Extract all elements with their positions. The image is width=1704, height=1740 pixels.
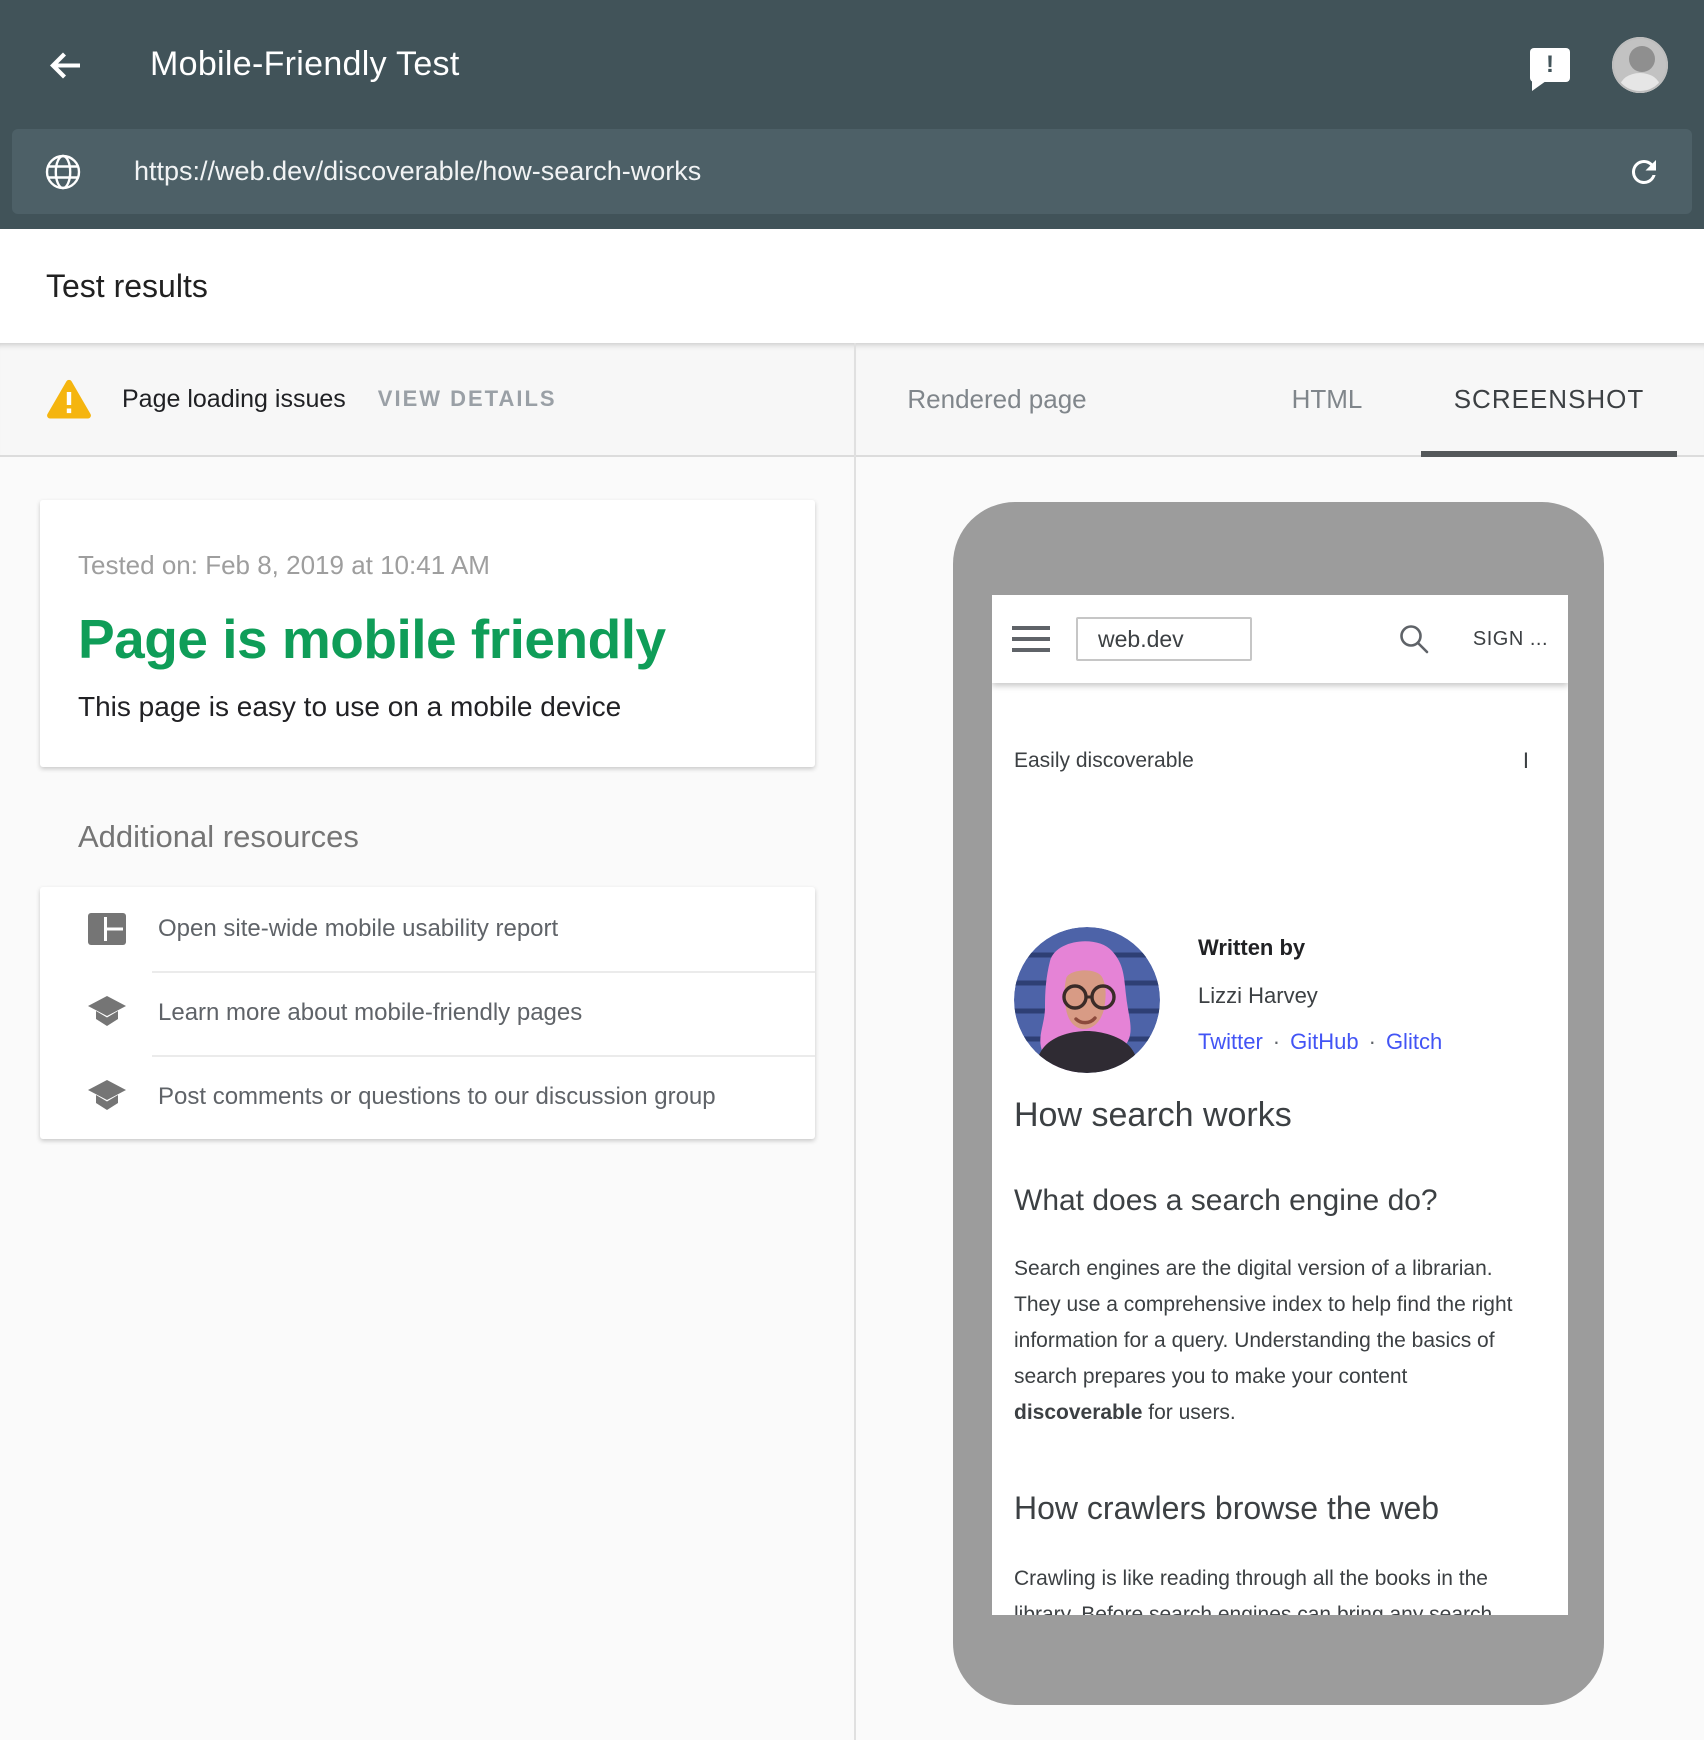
screenshot-panel: web.dev SIGN ... Easily discoverable I	[856, 457, 1704, 1740]
report-icon	[88, 913, 126, 945]
author-block: Written by Lizzi Harvey Twitter · GitHub · G…	[1014, 927, 1529, 1073]
author-links: Twitter · GitHub · Glitch	[1198, 1029, 1442, 1055]
results-heading-band: Test results	[0, 229, 1704, 343]
link-separator: ·	[1273, 1029, 1280, 1054]
site-search-field[interactable]: web.dev	[1076, 617, 1252, 661]
article-title: How search works	[1014, 1093, 1529, 1137]
status-bar: Page loading issues VIEW DETAILS	[0, 343, 854, 457]
verdict-text: Page is mobile friendly	[78, 607, 775, 671]
app-title: Mobile-Friendly Test	[150, 45, 460, 84]
school-icon	[88, 996, 126, 1030]
author-avatar	[1014, 927, 1160, 1073]
refresh-icon[interactable]	[1626, 154, 1662, 190]
url-bar[interactable]: https://web.dev/discoverable/how-search-…	[12, 129, 1692, 214]
phone-screen: web.dev SIGN ... Easily discoverable I	[992, 595, 1568, 1615]
tab-html[interactable]: HTML	[1292, 343, 1363, 455]
sign-in-button[interactable]: SIGN ...	[1473, 628, 1548, 651]
link-separator: ·	[1369, 1029, 1376, 1054]
tab-rendered-page[interactable]: Rendered page	[907, 343, 1086, 455]
page-title: Test results	[46, 268, 208, 305]
right-column: Rendered page HTML SCREENSHOT web.dev	[856, 343, 1704, 1740]
article-paragraph-clipped: Crawling is like reading through all the…	[1014, 1561, 1529, 1615]
page-loading-issues-row: Page loading issues VIEW DETAILS	[46, 379, 557, 419]
article-paragraph: Search engines are the digital version o…	[1014, 1251, 1529, 1431]
menu-icon[interactable]	[1012, 625, 1050, 653]
author-name: Lizzi Harvey	[1198, 983, 1442, 1009]
phone-mockup: web.dev SIGN ... Easily discoverable I	[953, 502, 1604, 1705]
user-avatar[interactable]	[1612, 37, 1668, 93]
verdict-description: This page is easy to use on a mobile dev…	[78, 691, 775, 723]
left-panel: Tested on: Feb 8, 2019 at 10:41 AM Page …	[0, 457, 854, 1740]
breadcrumb-trailing: I	[1523, 748, 1529, 774]
paragraph-text: for users.	[1142, 1401, 1235, 1424]
section-heading-search-engine: What does a search engine do?	[1014, 1181, 1529, 1221]
resource-item-discussion-group[interactable]: Post comments or questions to our discus…	[40, 1055, 815, 1139]
search-icon[interactable]	[1397, 622, 1431, 656]
mobile-page-body: Easily discoverable I	[992, 747, 1568, 1615]
tab-screenshot[interactable]: SCREENSHOT	[1454, 343, 1645, 455]
glitch-link[interactable]: Glitch	[1386, 1029, 1442, 1054]
app-header: Mobile-Friendly Test ! https://web.dev/d…	[0, 0, 1704, 229]
resources-card: Open site-wide mobile usability report L…	[40, 887, 815, 1139]
mobile-site-header: web.dev SIGN ...	[992, 595, 1568, 683]
view-details-button[interactable]: VIEW DETAILS	[378, 386, 557, 412]
globe-icon	[44, 153, 82, 191]
back-button[interactable]	[44, 43, 88, 87]
breadcrumb[interactable]: Easily discoverable	[1014, 749, 1194, 773]
preview-tabs-bar: Rendered page HTML SCREENSHOT	[856, 343, 1704, 457]
app-title-row: Mobile-Friendly Test !	[0, 0, 1704, 129]
avatar-photo	[1612, 37, 1668, 93]
left-column: Page loading issues VIEW DETAILS Tested …	[0, 343, 856, 1740]
content-columns: Page loading issues VIEW DETAILS Tested …	[0, 343, 1704, 1740]
paragraph-bold-text: discoverable	[1014, 1401, 1142, 1424]
written-by-label: Written by	[1198, 935, 1442, 961]
breadcrumb-row: Easily discoverable I	[1014, 747, 1529, 775]
section-heading-crawlers: How crawlers browse the web	[1014, 1487, 1529, 1529]
paragraph-text: Search engines are the digital version o…	[1014, 1257, 1512, 1388]
author-info: Written by Lizzi Harvey Twitter · GitHub · G…	[1198, 927, 1442, 1073]
github-link[interactable]: GitHub	[1290, 1029, 1358, 1054]
twitter-link[interactable]: Twitter	[1198, 1029, 1263, 1054]
resources-heading: Additional resources	[78, 819, 854, 855]
back-arrow-icon	[46, 45, 86, 85]
resource-item-learn-more[interactable]: Learn more about mobile-friendly pages	[40, 971, 815, 1055]
resource-label: Post comments or questions to our discus…	[158, 1083, 716, 1111]
warning-icon	[46, 379, 92, 419]
school-icon	[88, 1080, 126, 1114]
tested-on-timestamp: Tested on: Feb 8, 2019 at 10:41 AM	[78, 550, 775, 581]
resource-label: Learn more about mobile-friendly pages	[158, 999, 582, 1027]
verdict-card: Tested on: Feb 8, 2019 at 10:41 AM Page …	[40, 500, 815, 767]
url-text: https://web.dev/discoverable/how-search-…	[134, 156, 1626, 187]
exclamation-icon: !	[1546, 53, 1554, 77]
status-label: Page loading issues	[122, 385, 346, 414]
resource-label: Open site-wide mobile usability report	[158, 915, 558, 943]
resource-item-usability-report[interactable]: Open site-wide mobile usability report	[40, 887, 815, 971]
feedback-button[interactable]: !	[1530, 48, 1570, 82]
